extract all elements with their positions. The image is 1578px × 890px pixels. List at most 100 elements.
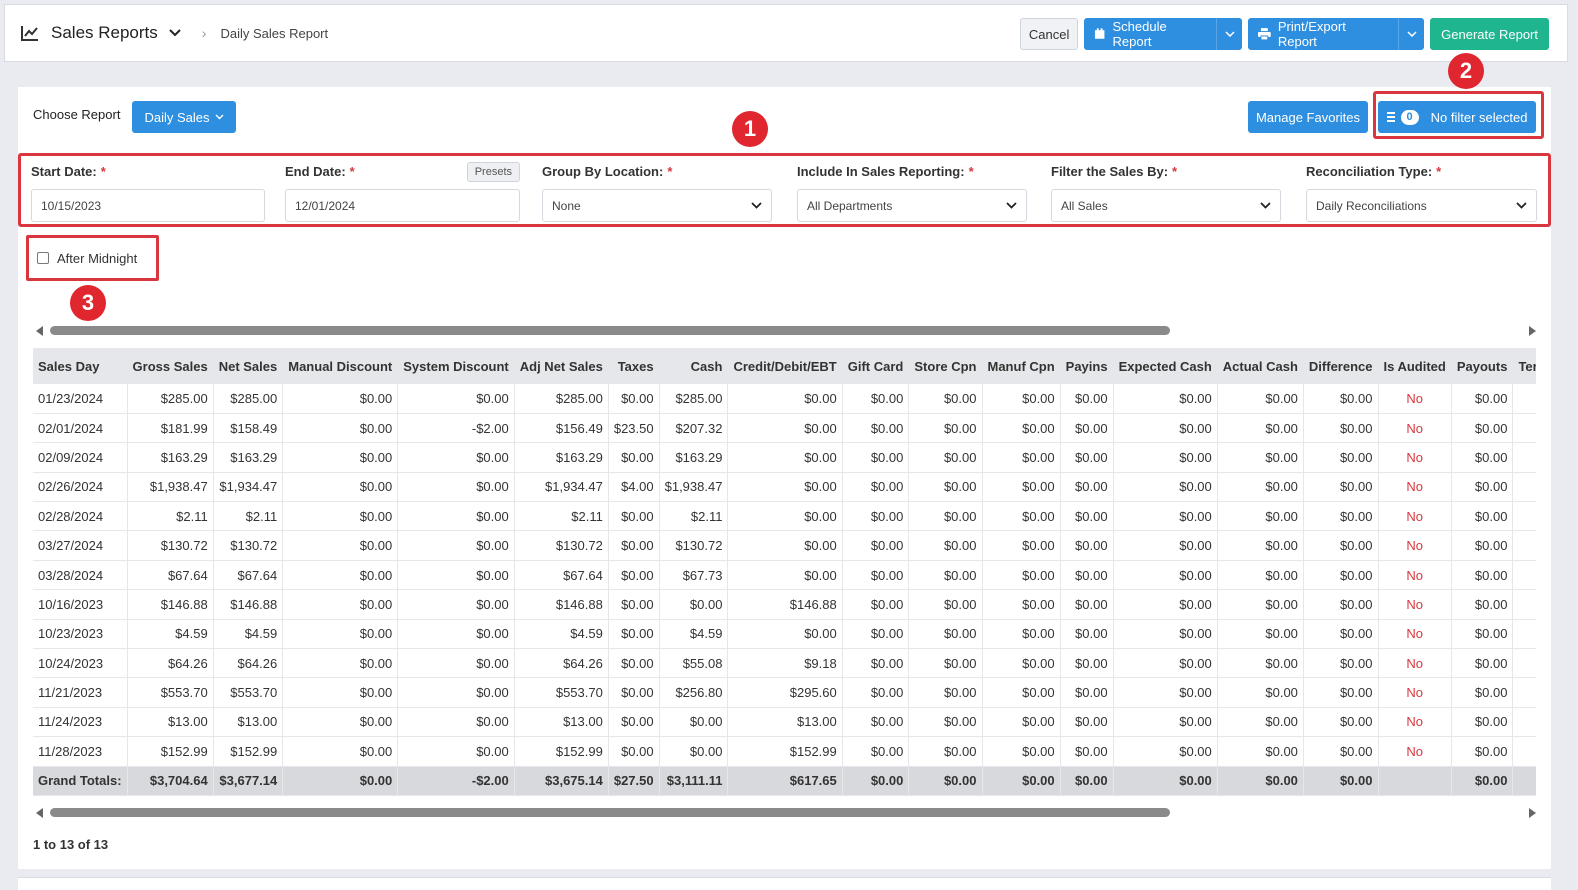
schedule-dropdown-button[interactable] [1216,18,1243,50]
column-header[interactable]: Payins [1060,348,1114,384]
table-cell: 11/24/2023 [33,707,128,738]
table-cell: $2.11 [127,501,214,532]
scroll-right-icon[interactable] [1529,326,1536,336]
table-cell: 03/28/2024 [33,560,128,591]
filter-sales-by-select[interactable]: All Sales [1051,189,1281,222]
schedule-report-button[interactable]: Schedule Report [1084,18,1217,50]
column-header[interactable]: Credit/Debit/EBT [727,348,843,384]
table-row[interactable]: 02/01/2024 $181.99 $158.49 $0.00 -$2.00 $156.… [33,413,1536,444]
scroll-left-icon[interactable] [36,808,43,818]
table-scrollbar-bottom[interactable] [36,806,1536,820]
start-date-group: Start Date: * 10/15/2023 [31,164,265,222]
generate-report-button[interactable]: Generate Report [1430,18,1549,50]
table-row[interactable]: 11/24/2023 $13.00 $13.00 $0.00 $0.00 $13.00 $0… [33,707,1536,738]
group-by-location-select[interactable]: None [542,189,772,222]
table-row[interactable]: 01/23/2024 $285.00 $285.00 $0.00 $0.00 $285.0… [33,384,1536,414]
total-cell: $0.00 [1217,766,1304,796]
table-row[interactable]: 11/21/2023 $553.70 $553.70 $0.00 $0.00 $553.7… [33,677,1536,708]
table-cell: $0.00 [1217,413,1304,444]
manage-favorites-button[interactable]: Manage Favorites [1248,101,1368,133]
page-title[interactable]: Sales Reports [51,23,158,43]
table-cell: $0.00 [1303,530,1379,561]
column-header[interactable]: System Discount [397,348,515,384]
column-header[interactable]: Difference [1303,348,1379,384]
table-cell: 03/27/2024 [33,530,128,561]
table-cell: No [1378,736,1452,767]
scrollbar-thumb[interactable] [50,326,1170,335]
total-cell: $3,704.64 [127,766,214,796]
table-cell: $0.00 [908,619,983,650]
column-header[interactable]: Gift Card [842,348,910,384]
table-cell: $0.00 [1060,442,1114,473]
table-cell: $0.00 [1113,413,1218,444]
table-row[interactable]: 11/28/2023 $152.99 $152.99 $0.00 $0.00 $152.9… [33,736,1536,767]
reconciliation-type-select[interactable]: Daily Reconciliations [1306,189,1537,222]
table-cell: $0.00 [282,648,399,679]
end-date-input[interactable]: 12/01/2024 [285,189,520,222]
column-header[interactable]: Gross Sales [127,348,214,384]
table-row[interactable]: 02/09/2024 $163.29 $163.29 $0.00 $0.00 $163.2… [33,442,1536,473]
scroll-left-icon[interactable] [36,326,43,336]
table-cell: $0.00 [1217,530,1304,561]
table-cell: $0.00 [397,472,515,503]
table-cell: $295.60 [727,677,843,708]
table-cell: $0.00 [1303,648,1379,679]
table-row[interactable]: 03/27/2024 $130.72 $130.72 $0.00 $0.00 $130.7… [33,530,1536,561]
page-bottom-edge [18,877,1551,890]
table-cell: $181.99 [127,413,214,444]
table-cell: $0.00 [1303,472,1379,503]
table-cell: $67.64 [127,560,214,591]
scroll-right-icon[interactable] [1529,808,1536,818]
checkbox-icon[interactable] [37,252,49,264]
table-cell: $0.00 [1060,472,1114,503]
table-cell [1512,619,1536,650]
table-cell: $0.00 [727,619,843,650]
table-cell: $0.00 [1113,530,1218,561]
table-row[interactable]: 10/16/2023 $146.88 $146.88 $0.00 $0.00 $146.8… [33,589,1536,620]
column-header[interactable]: Payouts [1451,348,1514,384]
column-header[interactable]: Taxes [608,348,660,384]
print-export-dropdown-button[interactable] [1398,18,1425,50]
presets-button[interactable]: Presets [466,162,520,182]
column-header[interactable]: Cash [659,348,729,384]
table-row[interactable]: 10/23/2023 $4.59 $4.59 $0.00 $0.00 $4.59 $0.00… [33,619,1536,650]
table-cell: $0.00 [908,589,983,620]
table-cell: $23.50 [608,413,660,444]
table-cell [1512,707,1536,738]
table-cell: $0.00 [282,384,399,414]
total-cell: $3,675.14 [514,766,609,796]
table-cell: $0.00 [982,707,1061,738]
table-row[interactable]: 03/28/2024 $67.64 $67.64 $0.00 $0.00 $67.64 $0… [33,560,1536,591]
report-select-button[interactable]: Daily Sales [132,101,236,133]
filter-sales-by-label: Filter the Sales By: * [1051,164,1178,179]
table-cell: $1,934.47 [213,472,284,503]
column-header[interactable]: Store Cpn [908,348,983,384]
column-header[interactable]: Sales Day [33,348,128,384]
table-cell: $0.00 [1303,560,1379,591]
include-in-sales-select[interactable]: All Departments [797,189,1027,222]
column-header[interactable]: Manuf Cpn [982,348,1061,384]
start-date-input[interactable]: 10/15/2023 [31,189,265,222]
chevron-down-icon[interactable] [168,28,182,38]
table-row[interactable]: 02/26/2024 $1,938.47 $1,934.47 $0.00 $0.00 $1… [33,472,1536,503]
table-cell: $0.00 [908,501,983,532]
column-header[interactable]: Ter [1512,348,1536,384]
table-cell: $256.80 [659,677,729,708]
column-header[interactable]: Manual Discount [282,348,399,384]
column-header[interactable]: Adj Net Sales [514,348,609,384]
scrollbar-thumb[interactable] [50,808,1170,817]
table-scrollbar-top[interactable] [36,324,1536,338]
cancel-button[interactable]: Cancel [1020,18,1079,50]
column-header[interactable]: Actual Cash [1217,348,1304,384]
table-cell: $67.73 [659,560,729,591]
after-midnight-checkbox[interactable]: After Midnight [26,235,159,281]
total-cell: $0.00 [1303,766,1379,796]
column-header[interactable]: Net Sales [213,348,284,384]
column-header[interactable]: Is Audited [1378,348,1452,384]
table-cell: $0.00 [659,707,729,738]
print-export-button[interactable]: Print/Export Report [1248,18,1399,50]
table-cell: $4.59 [127,619,214,650]
table-row[interactable]: 02/28/2024 $2.11 $2.11 $0.00 $0.00 $2.11 $0.00… [33,501,1536,532]
table-row[interactable]: 10/24/2023 $64.26 $64.26 $0.00 $0.00 $64.26 $0… [33,648,1536,679]
column-header[interactable]: Expected Cash [1113,348,1218,384]
